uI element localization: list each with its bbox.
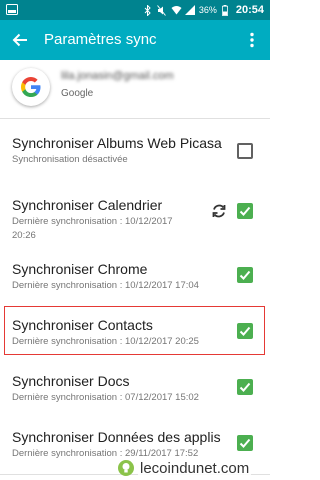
mute-icon [156,4,166,16]
sync-item-subtitle: Synchronisation désactivée [12,154,128,165]
back-arrow-icon[interactable] [8,28,32,52]
sync-item-subtitle: Dernière synchronisation : 10/12/2017 17… [12,280,199,291]
account-email: lila.jonasin@gmail.com [61,70,174,82]
sync-item-title: Synchroniser Albums Web Picasa [12,135,222,151]
watermark-text: lecoindunet.com [138,459,252,477]
account-header: lila.jonasin@gmail.com Google [0,60,270,118]
more-options-icon[interactable] [240,28,264,52]
sync-checkbox[interactable] [237,379,253,395]
sync-item-title: Synchroniser Données des applis [12,429,221,445]
sync-checkbox[interactable] [237,267,253,283]
sync-item-title: Synchroniser Docs [12,373,130,389]
status-bar: 36% 20:54 [0,0,270,20]
divider [0,118,270,119]
battery-percent: 36% [198,5,217,15]
sync-item-subtitle: Dernière synchronisation : 07/12/2017 15… [12,392,199,403]
sync-checkbox[interactable] [237,203,253,219]
google-logo-icon [12,68,50,106]
sync-item-subtitle-time: 20:26 [12,230,36,241]
sync-item-title: Synchroniser Chrome [12,261,148,277]
account-provider: Google [61,88,94,99]
wifi-icon [171,5,182,16]
sync-checkbox[interactable] [237,143,253,159]
sync-item-picasa[interactable]: Synchroniser Albums Web Picasa Synchroni… [0,123,270,179]
watermark: lecoindunet.com [118,458,252,478]
bluetooth-icon [143,3,152,17]
page-title: Paramètres sync [44,31,157,48]
sync-item-subtitle: Dernière synchronisation : 10/12/2017 [12,216,173,227]
sync-item-calendrier[interactable]: Synchroniser Calendrier Dernière synchro… [0,185,270,241]
sync-item-title: Synchroniser Calendrier [12,197,163,213]
battery-icon [221,4,231,16]
lightbulb-icon [118,460,134,476]
clock: 20:54 [235,4,264,16]
sync-in-progress-icon [211,203,227,219]
highlight-frame [4,306,265,355]
sync-item-chrome[interactable]: Synchroniser Chrome Dernière synchronisa… [0,249,270,305]
notification-icon [6,4,18,15]
signal-icon [184,4,195,16]
app-bar: Paramètres sync [0,20,270,60]
sync-item-docs[interactable]: Synchroniser Docs Dernière synchronisati… [0,361,270,417]
sync-checkbox[interactable] [237,435,253,451]
